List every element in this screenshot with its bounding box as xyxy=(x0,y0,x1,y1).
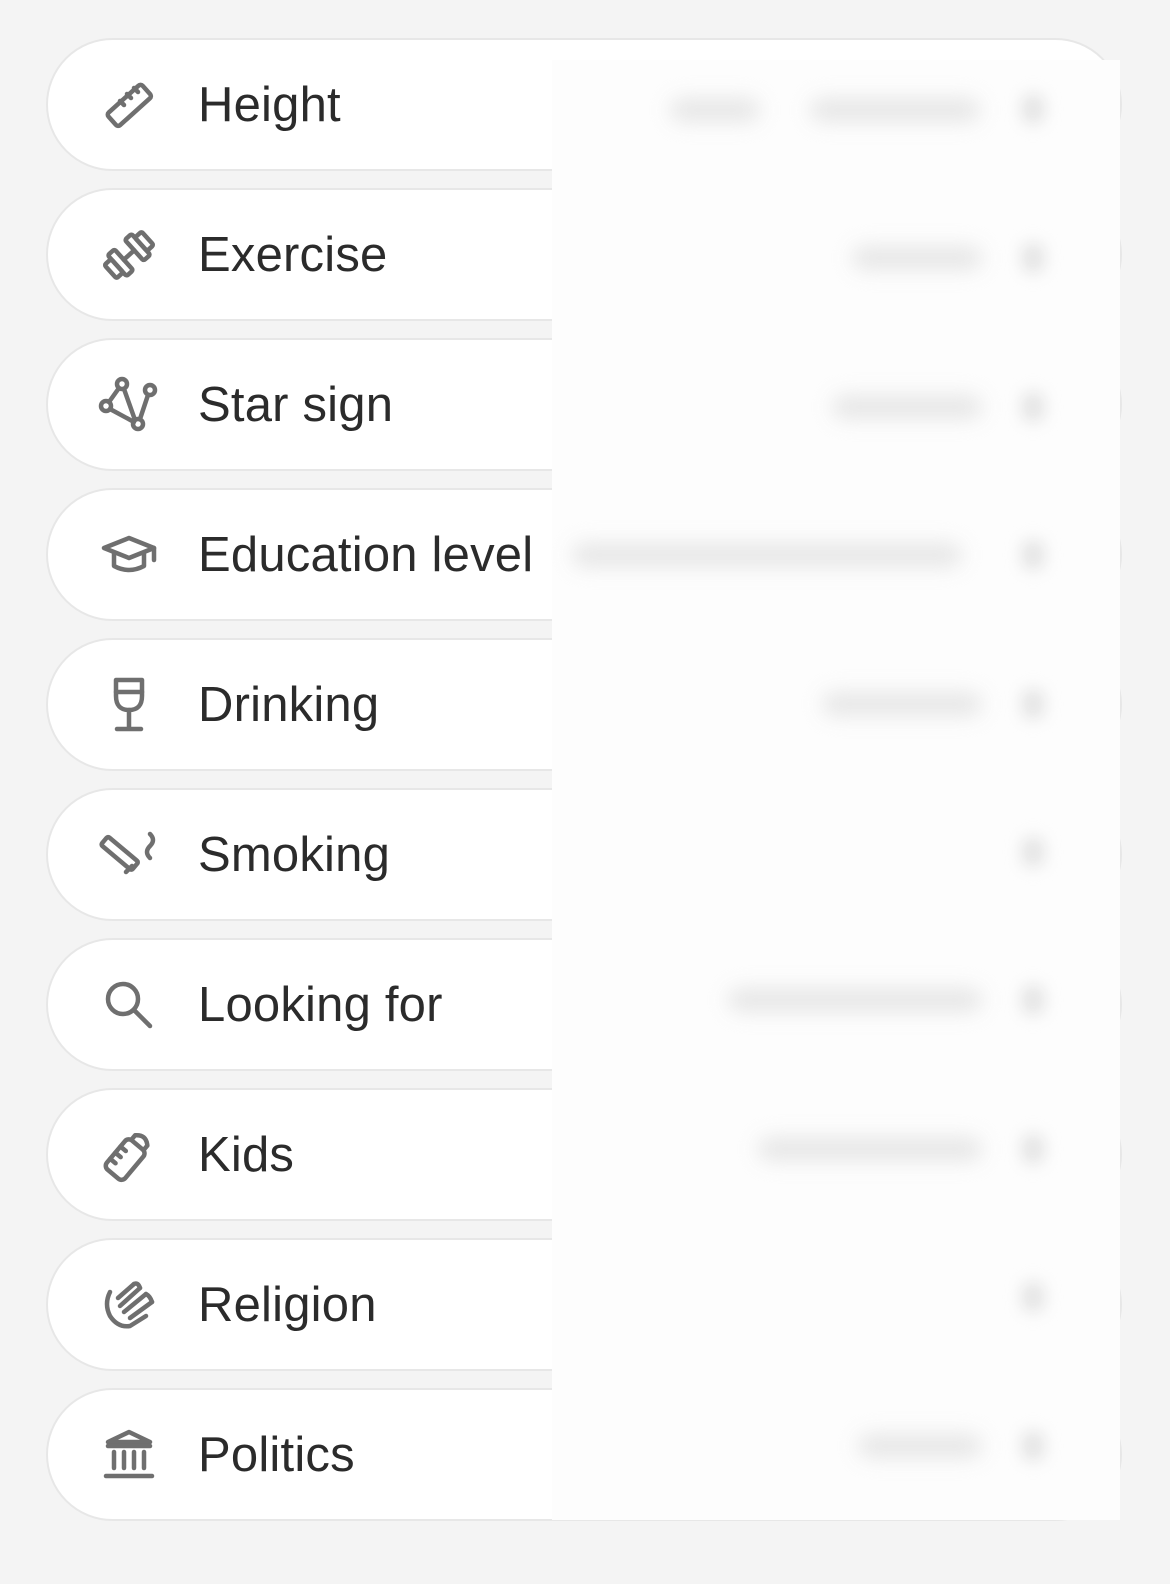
dumbbell-icon xyxy=(100,226,158,284)
blurred-value xyxy=(758,1137,982,1161)
cigarette-icon xyxy=(99,826,158,884)
blurred-chevron xyxy=(1022,392,1044,422)
blurred-value xyxy=(822,692,982,716)
row-label: Kids xyxy=(198,1127,295,1182)
blurred-chevron xyxy=(1022,837,1044,867)
praying-hands-icon xyxy=(100,1276,158,1334)
row-label: Politics xyxy=(198,1427,355,1482)
blurred-value xyxy=(832,395,982,419)
blurred-chevron xyxy=(1022,985,1044,1015)
ruler-icon xyxy=(100,76,158,134)
row-label: Religion xyxy=(198,1277,377,1332)
wine-glass-icon xyxy=(100,676,158,734)
magnifier-icon xyxy=(100,976,158,1034)
institution-icon xyxy=(100,1426,158,1484)
baby-bottle-icon xyxy=(100,1126,158,1184)
row-label: Drinking xyxy=(198,677,380,732)
blurred-value xyxy=(852,246,982,270)
row-label: Height xyxy=(198,77,341,132)
graduation-cap-icon xyxy=(100,526,158,584)
row-label: Exercise xyxy=(198,227,388,282)
blurred-chevron xyxy=(1022,1134,1044,1164)
blurred-value xyxy=(728,988,982,1012)
blurred-value xyxy=(670,98,760,122)
row-label: Smoking xyxy=(198,827,391,882)
blurred-value xyxy=(810,98,980,122)
blurred-value xyxy=(858,1434,982,1458)
blurred-chevron xyxy=(1022,540,1044,570)
blurred-chevron xyxy=(1022,1431,1044,1461)
constellation-icon xyxy=(98,376,158,434)
blurred-chevron xyxy=(1022,689,1044,719)
blurred-chevron xyxy=(1022,1282,1044,1312)
blurred-chevron xyxy=(1022,94,1044,124)
blurred-value xyxy=(572,543,962,567)
row-label: Star sign xyxy=(198,377,394,432)
row-label: Looking for xyxy=(198,977,443,1032)
row-label: Education level xyxy=(198,527,534,582)
privacy-blur-overlay xyxy=(552,60,1120,1520)
blurred-chevron xyxy=(1022,243,1044,273)
